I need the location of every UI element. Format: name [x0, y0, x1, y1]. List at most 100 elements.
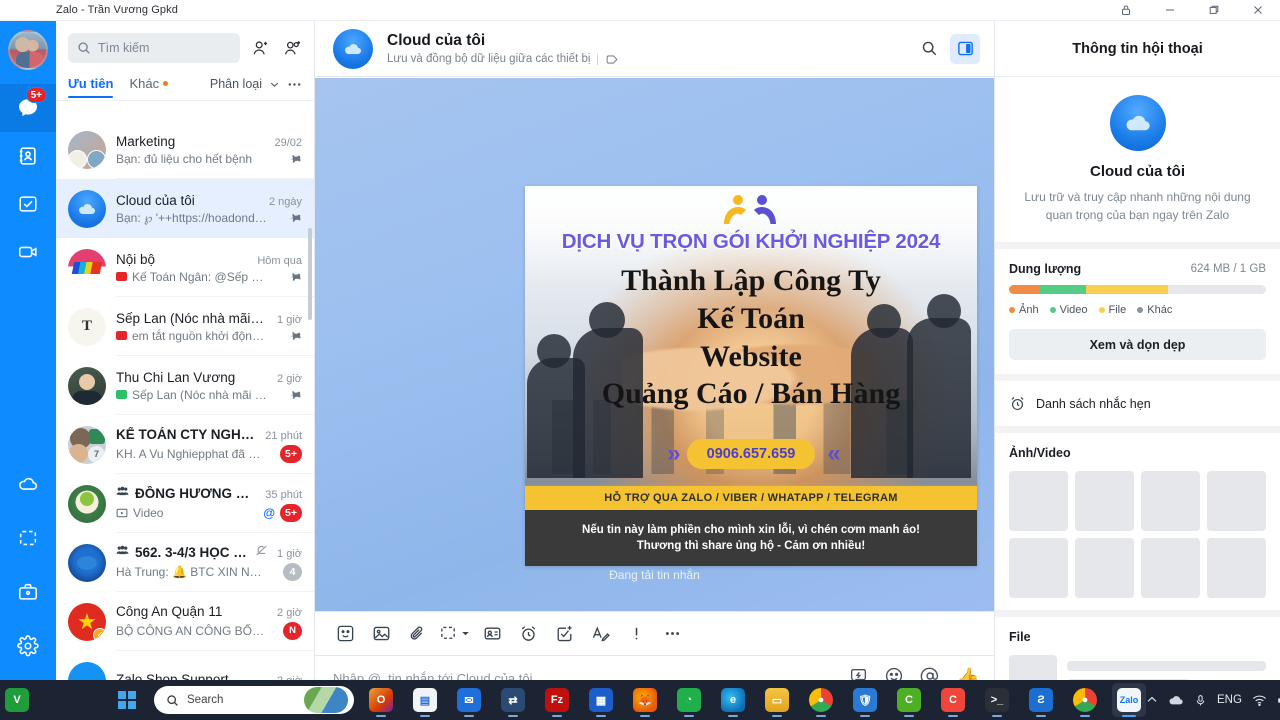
more-icon[interactable]: [656, 618, 688, 650]
add-friend-icon[interactable]: [250, 37, 272, 59]
lock-icon[interactable]: [1104, 0, 1148, 21]
edge-icon[interactable]: e: [716, 683, 750, 717]
message-image-attachment[interactable]: DỊCH VỤ TRỌN GÓI KHỞI NGHIỆP 2024 Thành …: [525, 186, 977, 566]
sidebar-item-cloud[interactable]: [0, 460, 56, 508]
chat-search-button[interactable]: [914, 34, 944, 64]
media-thumb[interactable]: [1075, 471, 1134, 531]
search-input[interactable]: Tìm kiếm: [68, 33, 240, 63]
unikey-tray-icon[interactable]: V: [0, 683, 34, 717]
reminder-icon[interactable]: [512, 618, 544, 650]
chrome2-icon[interactable]: ●: [1068, 683, 1102, 717]
chat-avatar[interactable]: [333, 28, 373, 69]
file-item[interactable]: [1009, 655, 1266, 680]
search-placeholder: Tìm kiếm: [98, 41, 150, 55]
conversation-time: 1 giờ: [277, 548, 302, 560]
sticker-icon[interactable]: [329, 618, 361, 650]
format-text-icon[interactable]: [584, 618, 616, 650]
urgent-icon[interactable]: [620, 618, 652, 650]
conversation-list-scrollbar[interactable]: [308, 228, 312, 320]
office-icon[interactable]: O: [364, 683, 398, 717]
cleanup-button[interactable]: Xem và dọn dẹp: [1009, 329, 1266, 360]
business-card-icon[interactable]: [476, 618, 508, 650]
filezilla-icon[interactable]: Fz: [540, 683, 574, 717]
screenshot-icon[interactable]: [437, 618, 472, 650]
media-thumb[interactable]: [1009, 471, 1068, 531]
media-thumb[interactable]: [1075, 538, 1134, 598]
list-item[interactable]: Nội bộ Hôm qua Kế Toán Ngân: @Sếp Lan (…: [56, 238, 314, 297]
media-thumb[interactable]: [1141, 471, 1200, 531]
reminder-section[interactable]: Danh sách nhắc hẹn: [995, 374, 1280, 426]
list-item[interactable]: ĐỒNG HƯƠNG M… 35 phút Video @ 5+: [56, 474, 314, 533]
left-navigation-rail: 5+: [0, 21, 56, 680]
more-options-icon[interactable]: [287, 77, 302, 92]
avatar: [68, 366, 106, 405]
close-icon[interactable]: [1236, 0, 1280, 21]
window-controls: [1104, 0, 1280, 21]
conversation-list[interactable]: Marketing 29/02 Bạn: đủ liệu cho hết bện…: [56, 120, 314, 680]
list-item[interactable]: Zalo Shop Support 2 giờ: [56, 651, 314, 680]
media-thumb[interactable]: [1009, 538, 1068, 598]
message-area[interactable]: Đang tải tin nhắn DỊCH VỤ TRỌN GÓI KHỞI …: [315, 78, 994, 611]
zalo-web-icon[interactable]: Ƨ: [1024, 683, 1058, 717]
teamviewer-icon[interactable]: ▦: [584, 683, 618, 717]
start-icon[interactable]: [110, 683, 144, 717]
filter-label[interactable]: Phân loại: [210, 77, 262, 91]
sidebar-item-capture[interactable]: [0, 514, 56, 562]
list-item[interactable]: 7 KẾ TOÁN CTY NGHIỆ… 21 phút KH. A Vu Ng…: [56, 415, 314, 474]
pin-icon: [290, 272, 301, 281]
firefox-icon[interactable]: 🦊: [628, 683, 662, 717]
create-group-icon[interactable]: [282, 37, 304, 59]
list-item[interactable]: T Sếp Lan (Nóc nhà mãi đi… 1 giờ em tắt …: [56, 297, 314, 356]
tag-icon[interactable]: [605, 53, 619, 66]
cisdem-icon[interactable]: C: [892, 683, 926, 717]
chrome-icon[interactable]: ●: [804, 683, 838, 717]
attach-icon[interactable]: [401, 618, 433, 650]
explorer-icon[interactable]: ▭: [760, 683, 794, 717]
media-grid[interactable]: [1009, 471, 1266, 598]
storage-section: Dung lượng 624 MB / 1 GB Ảnh Video File …: [995, 242, 1280, 374]
zalo-icon[interactable]: Zalo: [1112, 683, 1146, 717]
toggle-info-panel-button[interactable]: [950, 33, 980, 64]
language-indicator[interactable]: ENG: [1217, 694, 1242, 706]
search-highlight-image: [304, 687, 348, 713]
list-item[interactable]: Cloud của tôi 2 ngày Bạn: ℘ '++https://h…: [56, 179, 314, 238]
media-thumb[interactable]: [1141, 538, 1200, 598]
wifi-tray-icon[interactable]: [1252, 694, 1267, 707]
list-item[interactable]: Marketing 29/02 Bạn: đủ liệu cho hết bện…: [56, 120, 314, 179]
unikey-icon[interactable]: ◔: [672, 683, 706, 717]
sidebar-item-settings[interactable]: [0, 622, 56, 670]
sidebar-item-messages[interactable]: 5+: [0, 84, 56, 132]
legend-files: File: [1098, 304, 1126, 316]
defender-icon[interactable]: 🛡: [848, 683, 882, 717]
list-item[interactable]: ★ ✓ Công An Quận 11 2 giờ BỘ CÔNG AN CÔN…: [56, 592, 314, 651]
sidebar-item-contacts[interactable]: [0, 132, 56, 180]
sidebar-item-video[interactable]: [0, 228, 56, 276]
profile-name: Cloud của tôi: [1090, 163, 1185, 180]
media-thumb[interactable]: [1207, 471, 1266, 531]
sidebar-item-todo[interactable]: [0, 180, 56, 228]
terminal-icon[interactable]: >_: [980, 683, 1014, 717]
taskbar-search-input[interactable]: Search: [154, 686, 354, 714]
avatar[interactable]: [8, 30, 48, 70]
label-tag: [116, 272, 127, 281]
onedrive-tray-icon[interactable]: [1168, 693, 1184, 707]
group-icon: [116, 545, 129, 555]
tab-uu-tien[interactable]: Ưu tiên: [68, 76, 114, 98]
capcut-icon[interactable]: C: [936, 683, 970, 717]
minimize-icon[interactable]: [1148, 0, 1192, 21]
sidebar-item-briefcase[interactable]: [0, 568, 56, 616]
tab-khac[interactable]: Khác: [129, 76, 169, 98]
maximize-icon[interactable]: [1192, 0, 1236, 21]
show-hidden-icons-icon[interactable]: [1146, 694, 1158, 706]
chevron-down-icon[interactable]: [268, 78, 281, 91]
list-item[interactable]: 562. 3-4/3 HỌC S… 1 giờ Hà Trung: 🔔 BTC …: [56, 533, 314, 592]
list-item[interactable]: Thu Chi Lan Vương 2 giờ Sếp Lan (Nóc nhà…: [56, 356, 314, 415]
store-icon[interactable]: ▤: [408, 683, 442, 717]
reminder-label: Danh sách nhắc hẹn: [1036, 396, 1151, 411]
microphone-tray-icon[interactable]: [1194, 694, 1207, 707]
media-thumb[interactable]: [1207, 538, 1266, 598]
mail-icon[interactable]: ✉: [452, 683, 486, 717]
todo-icon[interactable]: [548, 618, 580, 650]
network-icon[interactable]: ⇄: [496, 683, 530, 717]
image-icon[interactable]: [365, 618, 397, 650]
